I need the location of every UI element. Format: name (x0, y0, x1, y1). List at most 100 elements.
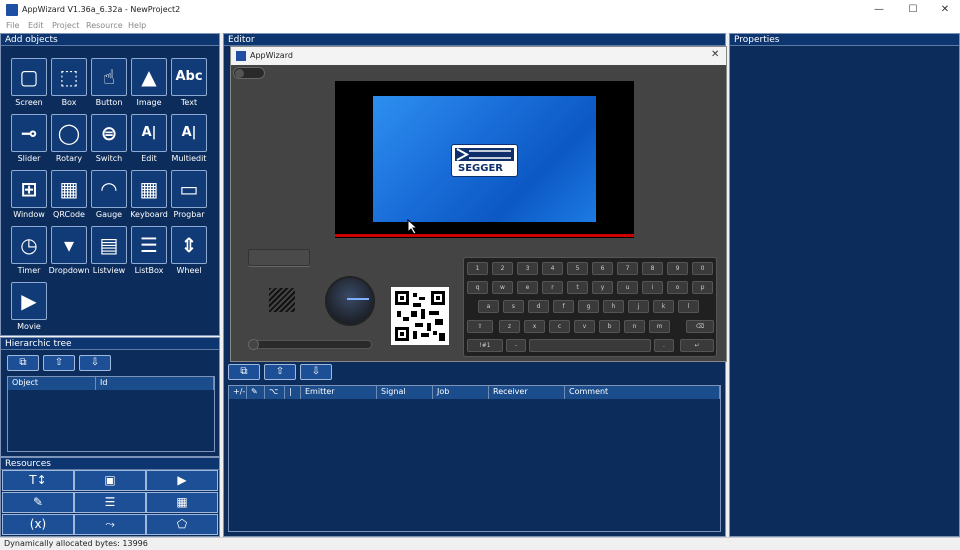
key-n[interactable]: n (624, 320, 645, 333)
interaction-up-button[interactable]: ⇧ (264, 364, 296, 380)
dialog-close-button[interactable]: ✕ (711, 49, 719, 60)
key-y[interactable]: y (592, 281, 613, 294)
switch-widget[interactable] (233, 67, 265, 79)
maximize-button[interactable]: ☐ (906, 3, 920, 17)
resource-image-button[interactable]: ▣ (74, 470, 146, 491)
object-window-button[interactable]: ⊞ (11, 170, 47, 208)
col-bar[interactable]: | (285, 386, 301, 399)
key-l[interactable]: l (678, 300, 699, 313)
menu-file[interactable]: File (6, 21, 19, 30)
col-emitter[interactable]: Emitter (301, 386, 377, 399)
key-k[interactable]: k (653, 300, 674, 313)
key-r[interactable]: r (542, 281, 563, 294)
key-x[interactable]: x (524, 320, 545, 333)
object-image-button[interactable]: ▲ (131, 58, 167, 96)
object-button-button[interactable]: ☝ (91, 58, 127, 96)
key-m[interactable]: m (649, 320, 670, 333)
key-9[interactable]: 9 (667, 262, 688, 275)
key-b[interactable]: b (599, 320, 620, 333)
key-d[interactable]: d (528, 300, 549, 313)
move-up-button[interactable]: ⇧ (43, 355, 75, 371)
resource-signal-button[interactable]: ⤳ (74, 514, 146, 535)
menu-resource[interactable]: Resource (86, 21, 123, 30)
col-condition[interactable]: ⌥ (265, 386, 285, 399)
col-receiver[interactable]: Receiver (489, 386, 565, 399)
interaction-down-button[interactable]: ⇩ (300, 364, 332, 380)
key-f[interactable]: f (553, 300, 574, 313)
key-space[interactable] (529, 339, 651, 352)
key-o[interactable]: o (667, 281, 688, 294)
key-z[interactable]: z (499, 320, 520, 333)
key-u[interactable]: u (617, 281, 638, 294)
key-symbols[interactable]: !#1 (467, 339, 503, 352)
key-h[interactable]: h (603, 300, 624, 313)
key-v[interactable]: v (574, 320, 595, 333)
key-7[interactable]: 7 (617, 262, 638, 275)
key-e[interactable]: e (517, 281, 538, 294)
key-i[interactable]: i (642, 281, 663, 294)
sim-button[interactable] (248, 249, 310, 266)
object-multiedit-button[interactable]: A| (171, 114, 207, 152)
key-6[interactable]: 6 (592, 262, 613, 275)
object-listview-button[interactable]: ▤ (91, 226, 127, 264)
resource-text-button[interactable]: T↕ (2, 470, 74, 491)
resource-list-button[interactable]: ☰ (74, 492, 146, 513)
menu-edit[interactable]: Edit (28, 21, 44, 30)
key-5[interactable]: 5 (567, 262, 588, 275)
key-s[interactable]: s (503, 300, 524, 313)
key-a[interactable]: a (478, 300, 499, 313)
object-edit-button[interactable]: A| (131, 114, 167, 152)
object-gauge-button[interactable]: ◠ (91, 170, 127, 208)
resource-edit-button[interactable]: ✎ (2, 492, 74, 513)
object-listbox-button[interactable]: ☰ (131, 226, 167, 264)
minimize-button[interactable]: — (872, 3, 886, 17)
key-shift[interactable]: ⇧ (467, 320, 493, 333)
key-0[interactable]: 0 (692, 262, 713, 275)
close-button[interactable]: ✕ (938, 3, 952, 17)
col-plusminus[interactable]: +/- (229, 386, 247, 399)
slider-thumb[interactable] (248, 339, 259, 350)
key-p[interactable]: p (692, 281, 713, 294)
object-wheel-button[interactable]: ⇕ (171, 226, 207, 264)
col-signal[interactable]: Signal (377, 386, 433, 399)
key-8[interactable]: 8 (642, 262, 663, 275)
resource-movie-button[interactable]: ▶ (146, 470, 218, 491)
resource-shapes-button[interactable]: ⬠ (146, 514, 218, 535)
sim-slider[interactable] (248, 339, 372, 350)
key-enter[interactable]: ↵ (680, 339, 714, 352)
col-object[interactable]: Object (8, 377, 96, 390)
object-text-button[interactable]: Abc (171, 58, 207, 96)
object-progbar-button[interactable]: ▭ (171, 170, 207, 208)
object-qrcode-button[interactable]: ▦ (51, 170, 87, 208)
object-movie-button[interactable]: ▶ (11, 282, 47, 320)
resource-table-button[interactable]: ▦ (146, 492, 218, 513)
key-1[interactable]: 1 (467, 262, 488, 275)
key-4[interactable]: 4 (542, 262, 563, 275)
move-down-button[interactable]: ⇩ (79, 355, 111, 371)
key-q[interactable]: q (467, 281, 488, 294)
col-pen[interactable]: ✎ (247, 386, 265, 399)
key-c[interactable]: c (549, 320, 570, 333)
object-switch-button[interactable]: ⊜ (91, 114, 127, 152)
key-3[interactable]: 3 (517, 262, 538, 275)
key-backspace[interactable]: ⌫ (686, 320, 714, 333)
rotary-knob[interactable] (325, 276, 375, 326)
object-keyboard-button[interactable]: ▦ (131, 170, 167, 208)
key-dot[interactable]: . (654, 339, 674, 352)
object-dropdown-button[interactable]: ▾ (51, 226, 87, 264)
col-id[interactable]: Id (96, 377, 214, 390)
menu-help[interactable]: Help (128, 21, 146, 30)
menu-project[interactable]: Project (52, 21, 79, 30)
object-screen-button[interactable]: ▢ (11, 58, 47, 96)
key-j[interactable]: j (628, 300, 649, 313)
key-dash[interactable]: - (506, 339, 526, 352)
object-box-button[interactable]: ⬚ (51, 58, 87, 96)
key-2[interactable]: 2 (492, 262, 513, 275)
copy-button[interactable]: ⧉ (7, 355, 39, 371)
key-t[interactable]: t (567, 281, 588, 294)
key-w[interactable]: w (492, 281, 513, 294)
key-g[interactable]: g (578, 300, 599, 313)
col-comment[interactable]: Comment (565, 386, 720, 399)
object-rotary-button[interactable]: ◯ (51, 114, 87, 152)
col-job[interactable]: Job (433, 386, 489, 399)
